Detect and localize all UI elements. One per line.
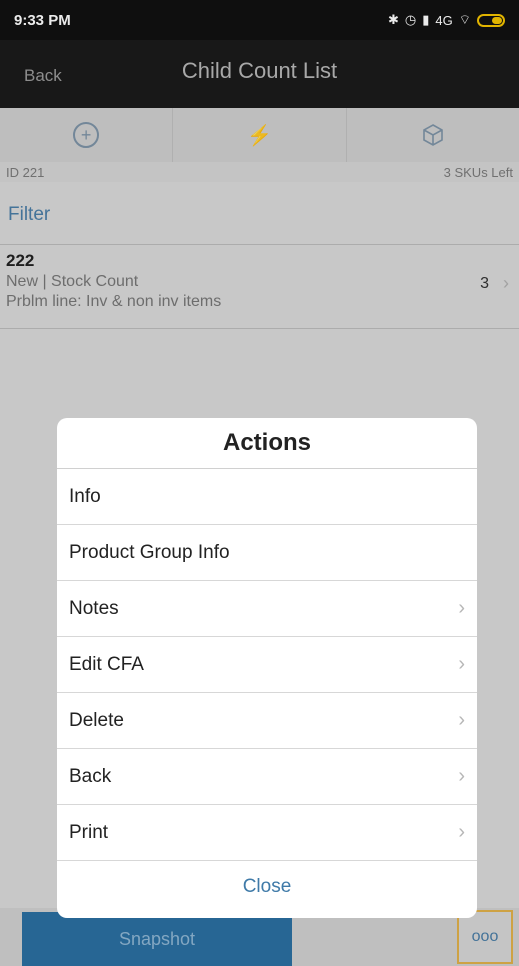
action-info[interactable]: Info (57, 469, 477, 525)
action-notes[interactable]: Notes › (57, 581, 477, 637)
action-back[interactable]: Back › (57, 749, 477, 805)
action-label: Delete (69, 709, 124, 731)
chevron-right-icon: › (458, 765, 465, 787)
dialog-title: Actions (57, 418, 477, 469)
chevron-right-icon: › (458, 821, 465, 843)
action-edit-cfa[interactable]: Edit CFA › (57, 637, 477, 693)
close-button[interactable]: Close (57, 861, 477, 913)
action-label: Product Group Info (69, 541, 230, 563)
action-delete[interactable]: Delete › (57, 693, 477, 749)
action-label: Notes (69, 597, 119, 619)
action-product-group-info[interactable]: Product Group Info (57, 525, 477, 581)
action-label: Print (69, 821, 109, 843)
action-label: Edit CFA (69, 653, 144, 675)
action-print[interactable]: Print › (57, 805, 477, 861)
actions-dialog: Actions Info Product Group Info Notes › … (57, 418, 477, 918)
chevron-right-icon: › (458, 597, 465, 619)
action-label: Info (69, 485, 101, 507)
chevron-right-icon: › (458, 709, 465, 731)
chevron-right-icon: › (458, 653, 465, 675)
action-label: Back (69, 765, 112, 787)
